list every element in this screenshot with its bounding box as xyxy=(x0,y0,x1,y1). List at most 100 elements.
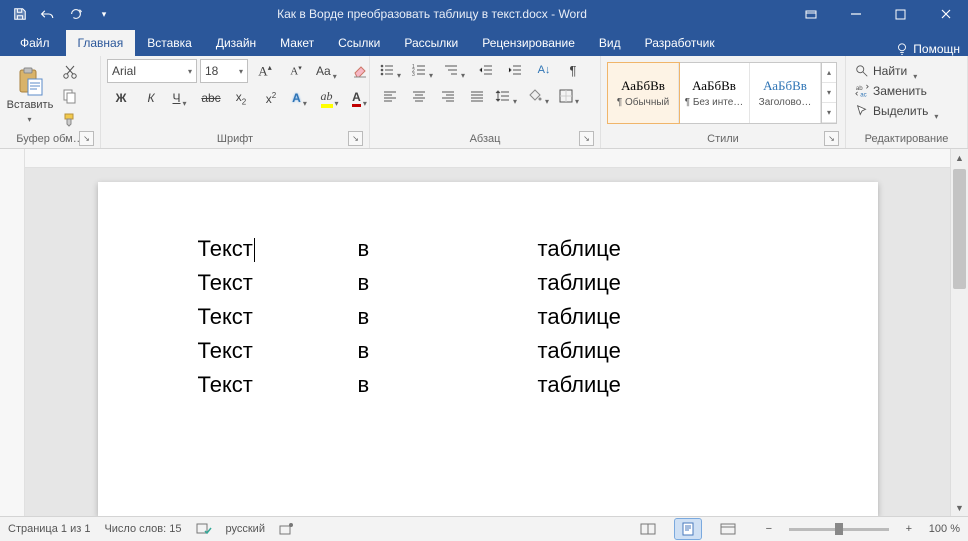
tab-insert[interactable]: Вставка xyxy=(135,30,204,56)
style-item[interactable]: АаБбВв¶ Без инте… xyxy=(679,63,750,123)
text-line[interactable]: Текствтаблице xyxy=(198,368,778,402)
change-case-button[interactable]: Aa xyxy=(313,60,343,82)
text-line[interactable]: Текствтаблице xyxy=(198,334,778,368)
justify-button[interactable] xyxy=(463,85,491,107)
tab-review[interactable]: Рецензирование xyxy=(470,30,587,56)
paste-button[interactable]: Вставить xyxy=(6,59,54,125)
spellcheck-icon[interactable] xyxy=(196,522,212,536)
dialog-launcher-icon[interactable]: ↘ xyxy=(579,131,594,146)
zoom-in-button[interactable]: + xyxy=(895,518,923,540)
tab-developer[interactable]: Разработчик xyxy=(633,30,727,56)
ribbon-display-options-icon[interactable] xyxy=(788,0,833,28)
highlight-button[interactable]: ab xyxy=(317,87,345,109)
copy-button[interactable] xyxy=(56,85,84,107)
style-item[interactable]: АаБбВвЗаголово… xyxy=(750,63,821,123)
increase-indent-button[interactable] xyxy=(501,59,529,81)
numbering-button[interactable]: 123 xyxy=(408,59,439,81)
font-size-combo[interactable]: 18▾ xyxy=(200,59,248,83)
maximize-icon[interactable] xyxy=(878,0,923,28)
text-line[interactable]: Текствтаблице xyxy=(198,266,778,300)
superscript-button[interactable]: x2 xyxy=(257,87,285,109)
line-spacing-button[interactable] xyxy=(492,85,523,107)
paste-icon xyxy=(16,67,44,97)
multilevel-list-button[interactable] xyxy=(440,59,471,81)
borders-button[interactable] xyxy=(556,85,585,107)
bullets-button[interactable] xyxy=(376,59,407,81)
tab-design[interactable]: Дизайн xyxy=(204,30,268,56)
zoom-value[interactable]: 100 % xyxy=(929,523,960,535)
grow-font-button[interactable]: A▴ xyxy=(251,60,279,82)
dialog-launcher-icon[interactable]: ↘ xyxy=(79,131,94,146)
ribbon: Вставить Буфер обм…↘ Arial▾ 18▾ A▴ A▾ xyxy=(0,56,968,149)
macro-rec-icon[interactable] xyxy=(279,522,293,536)
decrease-indent-button[interactable] xyxy=(472,59,500,81)
italic-button[interactable]: К xyxy=(137,87,165,109)
text-effects-button[interactable]: A xyxy=(287,87,315,109)
status-language[interactable]: русский xyxy=(226,523,265,535)
undo-icon[interactable] xyxy=(36,2,60,26)
horizontal-ruler[interactable] xyxy=(25,149,950,168)
view-print-layout[interactable] xyxy=(675,519,701,539)
scroll-thumb[interactable] xyxy=(953,169,966,289)
scroll-up-icon[interactable]: ▲ xyxy=(951,149,968,166)
close-icon[interactable] xyxy=(923,0,968,28)
search-icon xyxy=(855,64,869,78)
scroll-down-icon[interactable]: ▼ xyxy=(951,499,968,516)
vertical-ruler[interactable] xyxy=(0,149,25,516)
underline-button[interactable]: Ч xyxy=(167,87,195,109)
show-marks-button[interactable]: ¶ xyxy=(559,59,587,81)
chevron-down-icon[interactable]: ▾ xyxy=(822,83,836,103)
select-button[interactable]: Выделить xyxy=(852,101,944,121)
text-line[interactable]: Текствтаблице xyxy=(198,232,778,266)
zoom-thumb[interactable] xyxy=(835,523,843,535)
dialog-launcher-icon[interactable]: ↘ xyxy=(348,131,363,146)
cut-button[interactable] xyxy=(56,61,84,83)
format-painter-button[interactable] xyxy=(56,109,84,131)
shrink-font-button[interactable]: A▾ xyxy=(282,60,310,82)
align-right-button[interactable] xyxy=(434,85,462,107)
chevron-up-icon[interactable]: ▴ xyxy=(822,63,836,83)
style-item[interactable]: АаБбВв¶ Обычный xyxy=(608,63,679,123)
tab-mailings[interactable]: Рассылки xyxy=(392,30,470,56)
text-line[interactable]: Текствтаблице xyxy=(198,300,778,334)
save-icon[interactable] xyxy=(8,2,32,26)
qat-customize-icon[interactable]: ▾ xyxy=(92,2,116,26)
minimize-icon[interactable] xyxy=(833,0,878,28)
tell-me[interactable]: Помощн xyxy=(887,42,968,56)
page[interactable]: ТекствтаблицеТекствтаблицеТекствтаблицеТ… xyxy=(98,182,878,516)
tab-layout[interactable]: Макет xyxy=(268,30,326,56)
document-area: ТекствтаблицеТекствтаблицеТекствтаблицеТ… xyxy=(0,149,968,516)
dialog-launcher-icon[interactable]: ↘ xyxy=(824,131,839,146)
document-viewport[interactable]: ТекствтаблицеТекствтаблицеТекствтаблицеТ… xyxy=(25,168,950,516)
redo-icon[interactable] xyxy=(64,2,88,26)
replace-button[interactable]: abac Заменить xyxy=(852,81,930,101)
view-web-layout[interactable] xyxy=(715,519,741,539)
status-page[interactable]: Страница 1 из 1 xyxy=(8,523,90,535)
group-paragraph-label: Абзац xyxy=(470,133,501,145)
strikethrough-button[interactable]: abc xyxy=(197,87,225,109)
styles-more[interactable]: ▴▾▾ xyxy=(821,63,836,123)
tab-home[interactable]: Главная xyxy=(66,30,136,56)
sort-button[interactable]: A↓ xyxy=(530,59,558,81)
tab-file[interactable]: Файл xyxy=(4,30,66,56)
bold-button[interactable]: Ж xyxy=(107,87,135,109)
group-font-label: Шрифт xyxy=(217,133,253,145)
view-read-mode[interactable] xyxy=(635,519,661,539)
shading-button[interactable] xyxy=(524,85,555,107)
zoom-slider[interactable] xyxy=(789,528,889,531)
align-left-button[interactable] xyxy=(376,85,404,107)
find-button[interactable]: Найти xyxy=(852,61,923,81)
align-center-button[interactable] xyxy=(405,85,433,107)
vertical-scrollbar[interactable]: ▲ ▼ xyxy=(950,149,968,516)
zoom-out-button[interactable]: − xyxy=(755,518,783,540)
font-family-combo[interactable]: Arial▾ xyxy=(107,59,197,83)
brush-icon xyxy=(62,112,78,128)
tab-view[interactable]: Вид xyxy=(587,30,633,56)
group-font: Arial▾ 18▾ A▴ A▾ Aa Ж К Ч abc x2 x2 A ab xyxy=(101,56,370,148)
status-words[interactable]: Число слов: 15 xyxy=(104,523,181,535)
more-icon[interactable]: ▾ xyxy=(822,103,836,123)
subscript-button[interactable]: x2 xyxy=(227,87,255,109)
styles-gallery[interactable]: АаБбВв¶ ОбычныйАаБбВв¶ Без инте…АаБбВвЗа… xyxy=(607,62,837,124)
tab-references[interactable]: Ссылки xyxy=(326,30,392,56)
svg-text:3: 3 xyxy=(412,72,415,77)
